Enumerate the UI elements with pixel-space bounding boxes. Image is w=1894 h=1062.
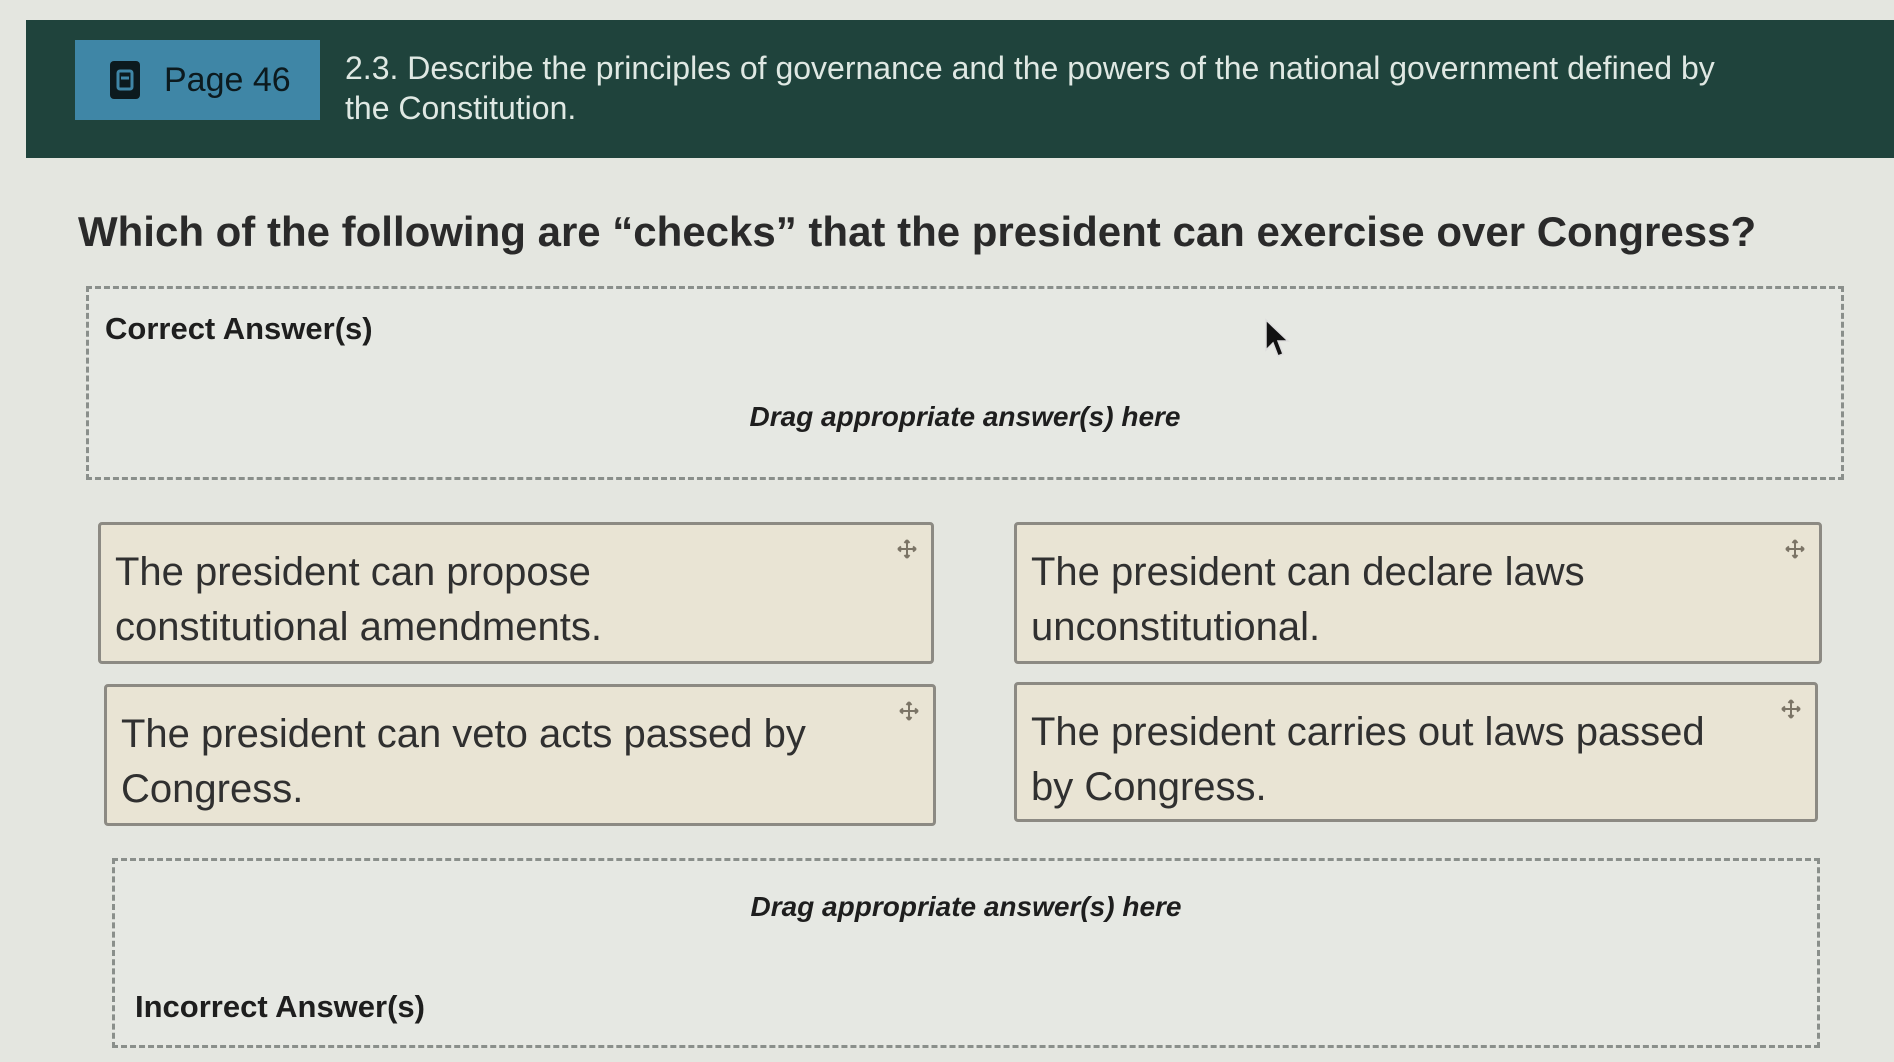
- learning-objective: 2.3. Describe the principles of governan…: [345, 50, 1715, 126]
- incorrect-answers-dropzone[interactable]: Drag appropriate answer(s) here Incorrec…: [112, 858, 1820, 1048]
- answer-option-text: The president can declare laws unconstit…: [1031, 550, 1585, 649]
- answer-option-card[interactable]: The president carries out laws passed by…: [1014, 682, 1818, 822]
- move-icon: [897, 539, 917, 559]
- answer-option-text: The president can veto acts passed by Co…: [121, 712, 806, 811]
- correct-answers-title: Correct Answer(s): [105, 311, 373, 346]
- answer-option-text: The president carries out laws passed by…: [1031, 710, 1705, 809]
- drag-hint: Drag appropriate answer(s) here: [749, 401, 1181, 432]
- move-icon: [899, 701, 919, 721]
- page-link-button[interactable]: Page 46: [75, 40, 320, 120]
- page-label: Page 46: [164, 60, 291, 99]
- cursor-icon: [1265, 318, 1290, 357]
- move-icon: [1781, 699, 1801, 719]
- book-icon: [110, 61, 140, 99]
- answer-option-card[interactable]: The president can declare laws unconstit…: [1014, 522, 1822, 664]
- answer-option-card[interactable]: The president can propose constitutional…: [98, 522, 934, 664]
- question-text: Which of the following are “checks” that…: [78, 208, 1757, 255]
- incorrect-answers-title: Incorrect Answer(s): [135, 989, 425, 1024]
- answer-option-text: The president can propose constitutional…: [115, 550, 602, 649]
- drag-hint: Drag appropriate answer(s) here: [750, 891, 1182, 922]
- move-icon: [1785, 539, 1805, 559]
- answer-option-card[interactable]: The president can veto acts passed by Co…: [104, 684, 936, 826]
- correct-answers-dropzone[interactable]: Correct Answer(s) Drag appropriate answe…: [86, 286, 1844, 480]
